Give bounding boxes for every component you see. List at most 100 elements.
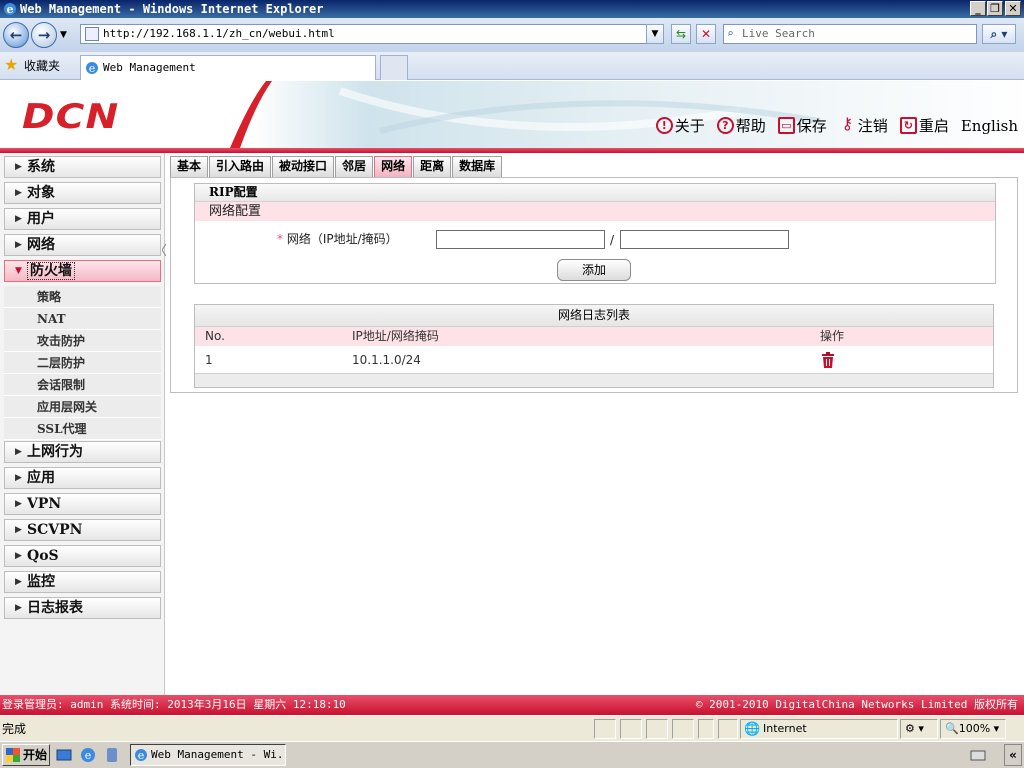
keyboard-icon[interactable] [970, 747, 986, 763]
search-go-icon: ⌕ ▾ [990, 27, 1008, 41]
chevron-right-icon: ▶ [15, 525, 22, 535]
sidebar-item-network[interactable]: ▶ 网络 [4, 234, 161, 256]
back-button[interactable]: ← [3, 22, 29, 48]
submenu-item-nat[interactable]: NAT [4, 308, 161, 330]
chevron-down-icon: ▾ [990, 722, 1000, 735]
column-header-no: No. [205, 329, 225, 343]
submenu-item-attack-defense[interactable]: 攻击防护 [4, 330, 161, 352]
windows-logo-icon [6, 748, 20, 762]
security-zone[interactable]: 🌐 Internet [740, 719, 898, 739]
sidebar-item-scvpn[interactable]: ▶ SCVPN [4, 519, 161, 541]
tab-neighbor[interactable]: 邻居 [335, 156, 374, 177]
column-header-action: 操作 [820, 329, 845, 343]
delete-trash-icon[interactable] [821, 352, 835, 368]
network-mask-input[interactable] [620, 230, 789, 249]
browser-tab[interactable]: e Web Management [80, 55, 376, 80]
sidebar-item-internet-behavior[interactable]: ▶ 上网行为 [4, 441, 161, 463]
window-title: Web Management - Windows Internet Explor… [20, 2, 324, 16]
address-dropdown-button[interactable]: ▼ [646, 24, 664, 44]
favorites-button[interactable]: ★ 收藏夹 [4, 57, 60, 74]
sidebar: ▶ 系统 ▶ 对象 ▶ 用户 ▶ 网络 ▼ 防火墙 策略 NAT 攻击防护 二层防护 会话… [0, 153, 165, 695]
search-input[interactable]: ⌕ Live Search [723, 24, 977, 44]
tab-distance[interactable]: 距离 [413, 156, 452, 177]
chevron-right-icon: ▶ [15, 499, 22, 509]
taskbar-item-ie[interactable]: e Web Management - Wi... [130, 744, 286, 766]
table-footer [195, 373, 993, 387]
close-window-button[interactable]: ✕ [1005, 1, 1021, 16]
stop-button[interactable]: ✕ [696, 24, 716, 44]
status-panel [672, 719, 694, 739]
protected-mode-button[interactable]: ⚙ ▾ [900, 719, 938, 739]
logout-link[interactable]: ⚷ 注销 [839, 115, 887, 136]
sidebar-item-monitor[interactable]: ▶ 监控 [4, 571, 161, 593]
submenu-item-alg[interactable]: 应用层网关 [4, 396, 161, 418]
maximize-button[interactable]: ❐ [987, 1, 1003, 16]
sidebar-item-qos[interactable]: ▶ QoS [4, 545, 161, 567]
search-icon: ⌕ [727, 27, 734, 40]
network-list-table: 网络日志列表 No. IP地址/网络掩码 操作 1 10.1.1.0/24 [194, 304, 994, 388]
zoom-icon: 🔍 [945, 722, 959, 735]
new-tab-button[interactable] [380, 55, 408, 80]
refresh-button[interactable]: ⇆ [671, 24, 691, 44]
chevron-right-icon: ▶ [15, 162, 22, 172]
save-icon: ▭ [777, 117, 795, 134]
refresh-icon: ⇆ [675, 27, 687, 41]
network-ip-input[interactable] [436, 230, 605, 249]
tab-basic[interactable]: 基本 [170, 156, 209, 177]
ie-quicklaunch-icon[interactable]: e [80, 747, 96, 763]
sidebar-item-firewall[interactable]: ▼ 防火墙 [4, 260, 161, 282]
globe-icon: 🌐 [744, 722, 761, 737]
history-dropdown-icon[interactable]: ▼ [60, 30, 67, 40]
english-link[interactable]: English [961, 115, 1018, 136]
address-input[interactable]: http://192.168.1.1/zh_cn/webui.html [80, 24, 664, 44]
status-panel [698, 719, 714, 739]
forward-button[interactable]: → [31, 22, 57, 48]
submenu-item-ssl-proxy[interactable]: SSL代理 [4, 418, 161, 440]
window-titlebar: e Web Management - Windows Internet Expl… [0, 0, 1024, 18]
sidebar-item-vpn[interactable]: ▶ VPN [4, 493, 161, 515]
svg-text:e: e [89, 62, 96, 75]
tab-network[interactable]: 网络 [374, 156, 413, 177]
tray-expand-icon[interactable]: « [1004, 744, 1022, 766]
chevron-right-icon: ▶ [15, 240, 22, 250]
show-desktop-icon[interactable] [56, 747, 72, 763]
chevron-right-icon: ▶ [15, 214, 22, 224]
help-link[interactable]: ? 帮助 [716, 115, 766, 136]
tab-redistribute[interactable]: 引入路由 [209, 156, 272, 177]
tab-passive-interface[interactable]: 被动接口 [272, 156, 335, 177]
about-link[interactable]: ! 关于 [655, 115, 705, 136]
chevron-right-icon: ▶ [15, 603, 22, 613]
sidebar-item-users[interactable]: ▶ 用户 [4, 208, 161, 230]
status-panel [620, 719, 642, 739]
status-panel [594, 719, 616, 739]
submenu-item-session-limit[interactable]: 会话限制 [4, 374, 161, 396]
minimize-button[interactable]: _ [970, 1, 986, 16]
media-player-icon[interactable] [104, 747, 120, 763]
chevron-right-icon: ▶ [15, 447, 22, 457]
dcn-logo: DCN [22, 97, 120, 137]
info-icon: ! [655, 117, 673, 134]
sidebar-item-log-report[interactable]: ▶ 日志报表 [4, 597, 161, 619]
tab-database[interactable]: 数据库 [452, 156, 503, 177]
submenu-item-policy[interactable]: 策略 [4, 286, 161, 308]
sidebar-item-applications[interactable]: ▶ 应用 [4, 467, 161, 489]
app-status-bar: 登录管理员: admin 系统时间: 2013年3月16日 星期六 12:18:… [0, 695, 1024, 715]
column-header-network: IP地址/网络掩码 [352, 329, 439, 343]
restart-link[interactable]: ↻ 重启 [899, 115, 949, 136]
submenu-item-layer2-defense[interactable]: 二层防护 [4, 352, 161, 374]
search-button[interactable]: ⌕ ▾ [982, 24, 1016, 44]
chevron-right-icon: ▶ [15, 577, 22, 587]
address-toolbar: ← → ▼ http://192.168.1.1/zh_cn/webui.htm… [0, 18, 1024, 52]
add-button[interactable]: 添加 [557, 259, 631, 281]
start-button[interactable]: 开始 [2, 744, 50, 766]
rip-config-section: RIP配置 网络配置 * 网络（IP地址/掩码） / 添加 [194, 183, 996, 284]
chevron-right-icon: ▶ [15, 551, 22, 561]
save-link[interactable]: ▭ 保存 [777, 115, 827, 136]
table-title: 网络日志列表 [195, 305, 993, 327]
zoom-control[interactable]: 🔍100% ▾ [940, 719, 1006, 739]
sidebar-item-system[interactable]: ▶ 系统 [4, 156, 161, 178]
status-panel [718, 719, 738, 739]
sidebar-item-objects[interactable]: ▶ 对象 [4, 182, 161, 204]
svg-text:e: e [138, 749, 145, 762]
help-icon: ? [716, 117, 734, 134]
